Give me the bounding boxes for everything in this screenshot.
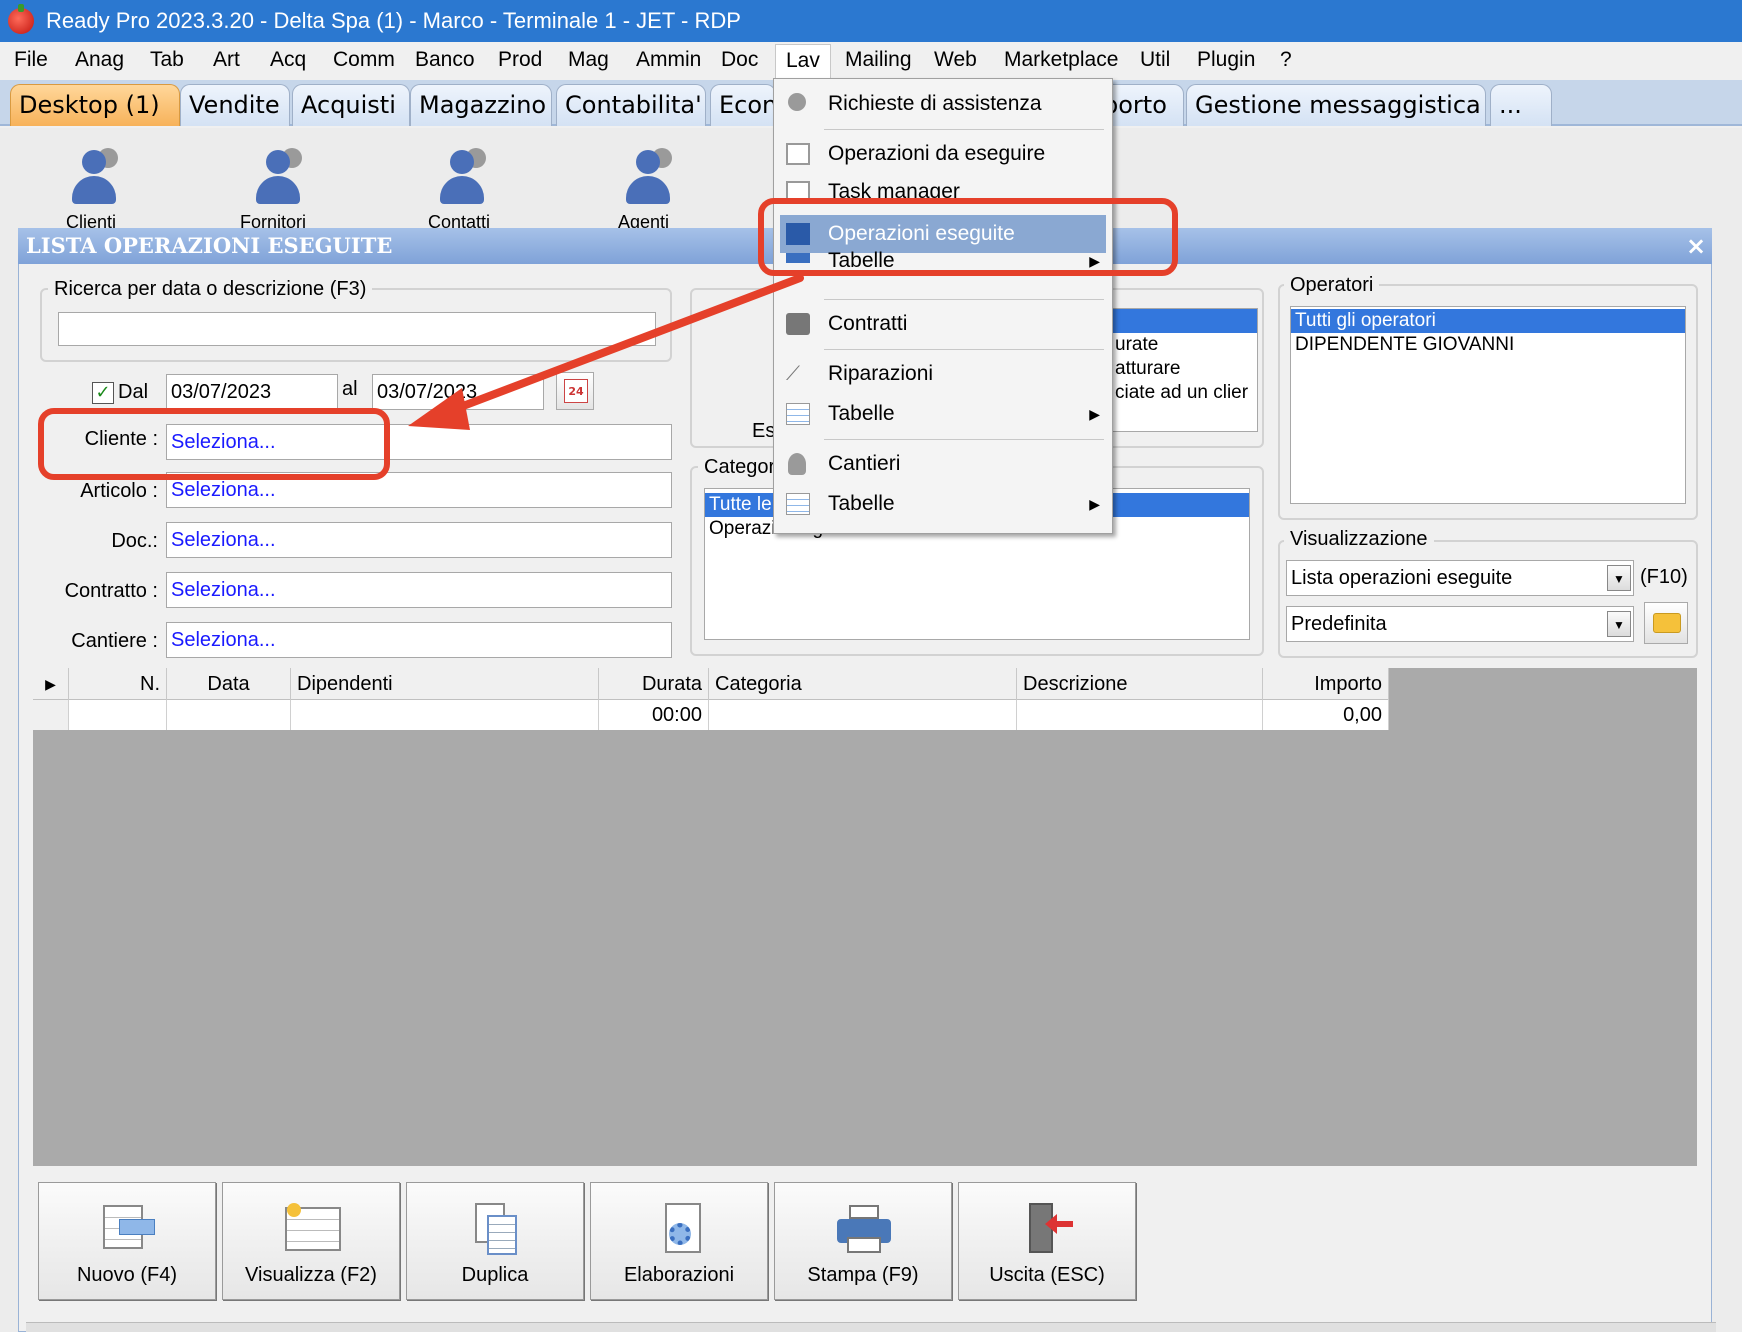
arrow-line bbox=[438, 274, 804, 418]
arrow-head-icon bbox=[408, 388, 470, 430]
annotation-arrow bbox=[408, 274, 804, 430]
